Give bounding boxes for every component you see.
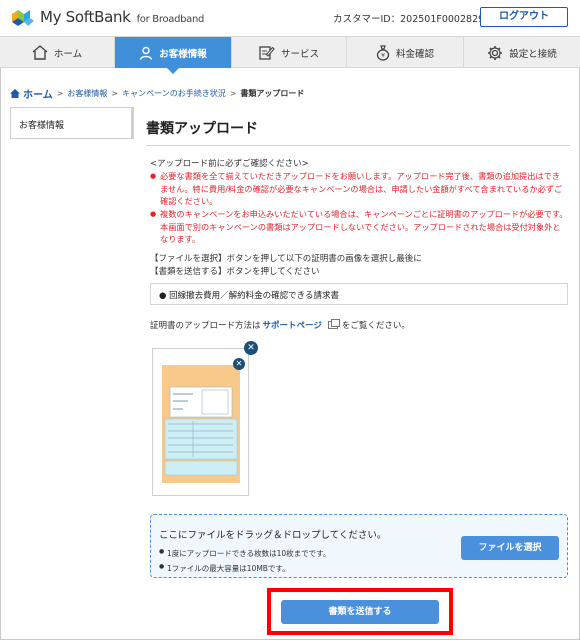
nav-label: サービス — [280, 48, 319, 60]
gear-icon — [488, 45, 503, 60]
money-bag-icon: ¥ — [376, 44, 390, 61]
brand-name: My SoftBank — [40, 8, 131, 26]
required-document: ● 回線撤去費用／解約料金の確認できる請求書 — [150, 283, 568, 305]
support-page-link[interactable]: サポートページ — [263, 319, 322, 331]
breadcrumb-home-link[interactable]: ホーム — [23, 86, 53, 101]
breadcrumb-link-campaign-status[interactable]: キャンペーンのお手続き状況 — [122, 88, 226, 99]
title-divider — [146, 145, 570, 146]
nav-item-service[interactable]: サービス — [232, 37, 347, 68]
customer-id: カスタマーID：202501F0002829 — [333, 14, 485, 25]
main-nav: ホーム お客様情報 サービス ¥ 料金確認 設定と接続 — [0, 36, 580, 74]
instruction-line: 【ファイルを選択】ボタンを押して以下の証明書の画像を選択し最後に — [150, 254, 422, 264]
nav-label: ホーム — [53, 48, 83, 60]
main-content: 書類アップロード <アップロード前に必ずご確認ください> 必要な書類を全て揃えて… — [146, 107, 570, 578]
breadcrumb: ホーム > お客様情報 > キャンペーンのお手続き状況 > 書類アップロード — [10, 86, 304, 101]
sidebar-item-customer-info[interactable]: お客様情報 — [10, 107, 134, 139]
page-title: 書類アップロード — [146, 121, 258, 137]
document-preview-image — [162, 365, 240, 483]
svg-text:¥: ¥ — [381, 52, 385, 59]
breadcrumb-link-customer-info[interactable]: お客様情報 — [67, 88, 107, 99]
drop-zone-note: 1度にアップロードできる枚数は10枚までです。 — [159, 548, 330, 559]
breadcrumb-separator: > — [111, 89, 119, 98]
user-icon — [140, 46, 153, 60]
header: My SoftBank for Broadband カスタマーID：202501F… — [0, 0, 580, 36]
nav-label: お客様情報 — [159, 48, 207, 60]
notice-item: 必要な書類を全て揃えていただきアップロードをお願いします。アップロード完了後、書… — [150, 170, 568, 208]
nav-label: 料金確認 — [395, 48, 434, 60]
uploaded-file-thumbnail[interactable] — [152, 348, 249, 496]
support-line: 証明書のアップロード方法は サポートページ をご覧ください。 — [150, 319, 410, 331]
notice-item: 複数のキャンペーンをお申込みいただいている場合は、キャンペーンごとに証明書のアッ… — [150, 208, 568, 246]
nav-item-customer-info[interactable]: お客様情報 — [115, 37, 232, 74]
drop-zone-note: 1ファイルの最大容量は10MBです。 — [159, 563, 290, 574]
remove-file-close-icon[interactable]: ✕ — [244, 341, 258, 355]
breadcrumb-separator: > — [56, 89, 64, 98]
nav-item-home[interactable]: ホーム — [0, 37, 115, 68]
external-link-icon — [327, 319, 340, 329]
softbank-logo-icon[interactable] — [10, 6, 36, 30]
brand-logo-text[interactable]: My SoftBank for Broadband — [40, 8, 204, 26]
support-text-before: 証明書のアップロード方法は — [150, 321, 261, 331]
select-file-button[interactable]: ファイルを選択 — [461, 536, 559, 560]
file-drop-zone[interactable]: ここにファイルをドラッグ＆ドロップしてください。 1度にアップロードできる枚数は… — [150, 514, 568, 578]
notice-heading: <アップロード前に必ずご確認ください> — [150, 159, 309, 169]
support-text-after: をご覧ください。 — [341, 321, 410, 331]
edit-icon — [259, 46, 275, 60]
drop-zone-title: ここにファイルをドラッグ＆ドロップしてください。 — [159, 530, 387, 541]
instruction-line: 【書類を送信する】ボタンを押してください — [150, 267, 320, 277]
nav-item-settings[interactable]: 設定と接続 — [464, 37, 580, 68]
breadcrumb-separator: > — [229, 89, 237, 98]
nav-item-billing[interactable]: ¥ 料金確認 — [347, 37, 464, 68]
nav-label: 設定と接続 — [509, 48, 557, 60]
logout-button[interactable]: ログアウト — [480, 7, 568, 27]
breadcrumb-current: 書類アップロード — [240, 89, 305, 98]
home-icon — [32, 45, 48, 60]
submit-documents-button[interactable]: 書類を送信する — [281, 600, 439, 624]
brand-subtitle: for Broadband — [136, 14, 205, 25]
home-icon — [10, 89, 20, 98]
remove-image-close-icon[interactable]: ✕ — [233, 358, 245, 370]
